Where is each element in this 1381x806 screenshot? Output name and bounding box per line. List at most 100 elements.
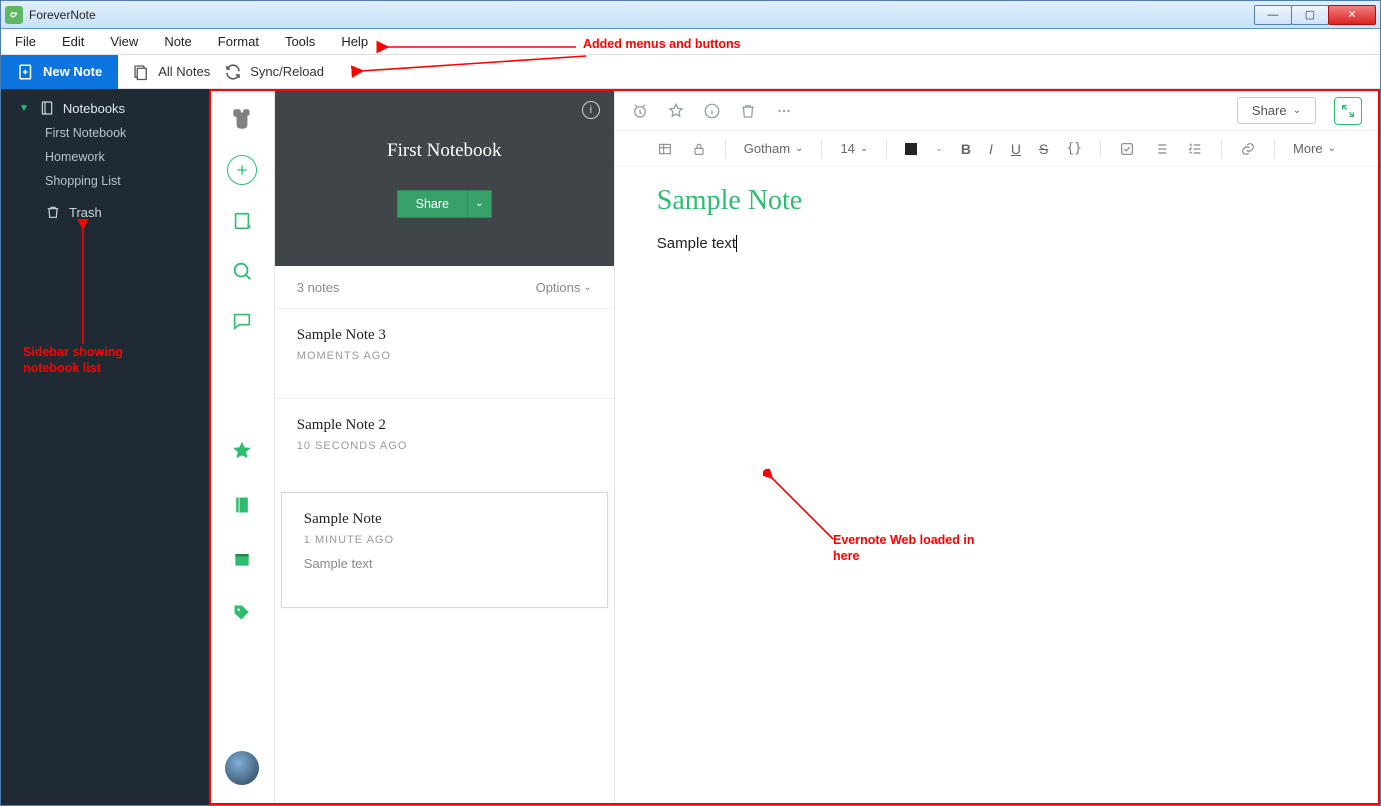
stack-icon[interactable]: [228, 545, 256, 573]
chevron-down-icon: ⌄: [1293, 105, 1301, 116]
notes-icon[interactable]: [228, 207, 256, 235]
maximize-button[interactable]: ▢: [1291, 5, 1329, 25]
font-select[interactable]: Gotham⌄: [744, 141, 804, 156]
new-note-label: New Note: [43, 64, 102, 79]
menu-file[interactable]: File: [11, 32, 40, 51]
note-item[interactable]: Sample Note 2 10 SECONDS AGO: [275, 398, 614, 488]
sidebar-item-shopping-list[interactable]: Shopping List: [1, 169, 209, 193]
chevron-down-icon: ⌄: [583, 282, 591, 293]
chevron-down-icon: ⌄: [935, 143, 943, 154]
share-dropdown-button[interactable]: ⌄: [468, 190, 492, 218]
size-select[interactable]: 14⌄: [840, 141, 868, 156]
editor-toolbar: Share ⌄: [615, 91, 1378, 131]
user-avatar[interactable]: [225, 751, 259, 785]
bold-button[interactable]: B: [961, 141, 971, 157]
sidebar-notebooks-header[interactable]: ▼ Notebooks: [1, 95, 209, 121]
evernote-strip: [211, 91, 275, 803]
info-icon[interactable]: [703, 102, 721, 120]
new-note-icon-strip[interactable]: [227, 155, 257, 185]
toolbar: New Note All Notes Sync/Reload: [1, 55, 1380, 89]
notebooks-icon[interactable]: [228, 491, 256, 519]
share-notebook-button[interactable]: Share: [397, 190, 468, 218]
caret-down-icon: ▼: [19, 103, 29, 114]
sidebar-trash[interactable]: Trash: [1, 199, 209, 225]
note-list-panel: i First Notebook Share ⌄ 3 notes Options…: [275, 91, 615, 803]
menu-bar: File Edit View Note Format Tools Help: [1, 29, 1380, 55]
shortcuts-icon[interactable]: [228, 437, 256, 465]
note-item-title: Sample Note: [304, 511, 585, 528]
reminder-icon[interactable]: [631, 102, 649, 120]
search-icon[interactable]: [228, 257, 256, 285]
code-button[interactable]: {}: [1066, 141, 1082, 156]
chevron-down-icon: ⌄: [1328, 143, 1336, 154]
menu-help[interactable]: Help: [337, 32, 372, 51]
window-title: ForeverNote: [29, 8, 96, 22]
chevron-down-icon: ⌄: [475, 198, 483, 209]
checkbox-icon[interactable]: [1119, 141, 1135, 157]
strike-button[interactable]: S: [1039, 141, 1048, 157]
link-icon[interactable]: [1240, 141, 1256, 157]
chevron-down-icon: ⌄: [795, 143, 803, 154]
numbered-list-icon[interactable]: [1187, 141, 1203, 157]
menu-tools[interactable]: Tools: [281, 32, 319, 51]
close-button[interactable]: ✕: [1328, 5, 1376, 25]
format-toolbar: Gotham⌄ 14⌄ ⌄ B I U S {}: [615, 131, 1378, 167]
sync-label: Sync/Reload: [250, 64, 324, 79]
window-buttons: — ▢ ✕: [1255, 5, 1376, 25]
trash-icon: [45, 204, 61, 220]
delete-icon[interactable]: [739, 102, 757, 120]
sync-icon: [224, 63, 242, 81]
chevron-down-icon: ⌄: [860, 143, 868, 154]
menu-format[interactable]: Format: [214, 32, 263, 51]
note-item-preview: Sample text: [304, 556, 585, 571]
underline-button[interactable]: U: [1011, 141, 1021, 157]
note-title[interactable]: Sample Note: [657, 185, 1336, 217]
sidebar-item-homework[interactable]: Homework: [1, 145, 209, 169]
chat-icon[interactable]: [228, 307, 256, 335]
menu-note[interactable]: Note: [160, 32, 195, 51]
more-format-button[interactable]: More⌄: [1293, 141, 1336, 156]
color-swatch[interactable]: [905, 143, 917, 155]
note-item[interactable]: Sample Note 3 MOMENTS AGO: [275, 308, 614, 398]
shortcut-icon[interactable]: [667, 102, 685, 120]
sidebar-item-first-notebook[interactable]: First Notebook: [1, 121, 209, 145]
all-notes-button[interactable]: All Notes: [132, 63, 210, 81]
note-list-subheader: 3 notes Options⌄: [275, 266, 614, 308]
menu-edit[interactable]: Edit: [58, 32, 88, 51]
all-notes-icon: [132, 63, 150, 81]
new-note-button[interactable]: New Note: [1, 55, 118, 89]
italic-button[interactable]: I: [989, 141, 993, 157]
list-icon[interactable]: [1153, 141, 1169, 157]
options-button[interactable]: Options⌄: [536, 280, 592, 295]
more-icon[interactable]: [775, 102, 793, 120]
evernote-logo-icon[interactable]: [228, 105, 256, 133]
note-item-date: MOMENTS AGO: [297, 350, 592, 362]
note-count: 3 notes: [297, 280, 340, 295]
menu-view[interactable]: View: [106, 32, 142, 51]
note-list[interactable]: Sample Note 3 MOMENTS AGO Sample Note 2 …: [275, 308, 614, 803]
sidebar: ▼ Notebooks First Notebook Homework Shop…: [1, 89, 209, 805]
titlebar: ForeverNote — ▢ ✕: [1, 1, 1380, 29]
expand-button[interactable]: [1334, 97, 1362, 125]
main-area: ▼ Notebooks First Notebook Homework Shop…: [1, 89, 1380, 805]
note-item-title: Sample Note 2: [297, 417, 592, 434]
lock-icon[interactable]: [691, 141, 707, 157]
tags-icon[interactable]: [228, 599, 256, 627]
app-window: ForeverNote — ▢ ✕ File Edit View Note Fo…: [0, 0, 1381, 806]
note-body[interactable]: Sample text: [657, 235, 1336, 252]
info-icon[interactable]: i: [582, 101, 600, 119]
sidebar-header-label: Notebooks: [63, 101, 125, 116]
app-icon: [5, 6, 23, 24]
note-item-date: 10 SECONDS AGO: [297, 440, 592, 452]
table-icon[interactable]: [657, 141, 673, 157]
sync-button[interactable]: Sync/Reload: [224, 63, 324, 81]
note-item-selected[interactable]: Sample Note 1 MINUTE AGO Sample text: [281, 492, 608, 608]
new-note-icon: [17, 63, 35, 81]
editor-content[interactable]: Sample Note Sample text: [615, 167, 1378, 803]
sidebar-trash-label: Trash: [69, 205, 102, 220]
share-note-button[interactable]: Share ⌄: [1237, 97, 1316, 124]
evernote-embed: i First Notebook Share ⌄ 3 notes Options…: [209, 89, 1380, 805]
note-item-date: 1 MINUTE AGO: [304, 534, 585, 546]
minimize-button[interactable]: —: [1254, 5, 1292, 25]
notebook-icon: [39, 100, 55, 116]
